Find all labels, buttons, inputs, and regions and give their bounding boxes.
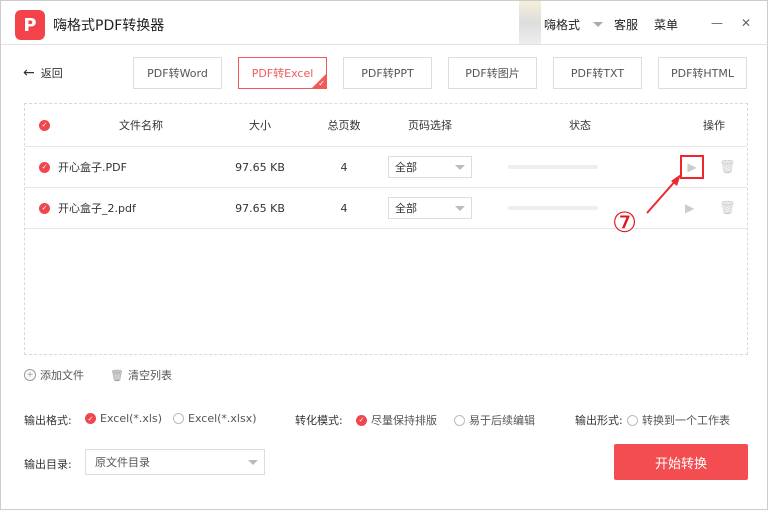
page-range-select[interactable]: 全部 xyxy=(388,156,472,178)
add-file-button[interactable]: + 添加文件 xyxy=(24,367,84,383)
app-logo: P xyxy=(15,10,45,40)
tab-html[interactable]: PDF转HTML xyxy=(658,57,747,89)
step-annotation: ⑦ xyxy=(612,206,638,239)
service-link[interactable]: 客服 xyxy=(614,16,638,33)
check-icon: ✓ xyxy=(318,79,325,88)
radio-xlsx[interactable]: Excel(*.xlsx) xyxy=(173,412,257,425)
file-size: 97.65 KB xyxy=(235,160,285,174)
trash-icon[interactable]: 🗑 xyxy=(719,188,736,228)
menu-link[interactable]: 菜单 xyxy=(654,16,678,33)
header-action: 操作 xyxy=(703,119,725,132)
file-name: 开心盒子.PDF xyxy=(58,161,127,174)
user-menu[interactable]: 嗨格式 xyxy=(544,16,580,33)
tab-word[interactable]: PDF转Word xyxy=(133,57,222,89)
output-dir-select[interactable]: 原文件目录 xyxy=(85,449,265,475)
page-range-select[interactable]: 全部 xyxy=(388,197,472,219)
minimize-button[interactable]: — xyxy=(711,16,723,30)
trash-icon: 🗑 xyxy=(110,368,124,382)
tab-excel[interactable]: PDF转Excel ✓ xyxy=(238,57,327,89)
start-convert-button[interactable]: 开始转换 xyxy=(614,444,748,480)
radio-xls[interactable]: ✓ Excel(*.xls) xyxy=(85,412,162,425)
tab-txt[interactable]: PDF转TXT xyxy=(553,57,642,89)
header-name: 文件名称 xyxy=(119,119,163,132)
radio-keep-layout[interactable]: ✓ 尽量保持排版 xyxy=(356,412,437,428)
file-name: 开心盒子_2.pdf xyxy=(58,202,136,215)
arrow-left-icon: ← xyxy=(23,65,35,81)
tab-ppt[interactable]: PDF转PPT xyxy=(343,57,432,89)
chevron-down-icon[interactable] xyxy=(593,22,603,27)
mode-label: 转化模式: xyxy=(295,414,343,427)
format-label: 输出格式: xyxy=(24,414,72,427)
tab-image[interactable]: PDF转图片 xyxy=(448,57,537,89)
plus-icon: + xyxy=(24,369,36,381)
radio-one-sheet[interactable]: 转换到一个工作表 xyxy=(627,412,730,428)
divider xyxy=(1,44,768,45)
table-header: ✓ 文件名称 大小 总页数 页码选择 状态 操作 xyxy=(25,104,747,147)
progress-bar xyxy=(508,206,598,210)
back-label: 返回 xyxy=(40,67,63,80)
header-size: 大小 xyxy=(249,119,271,132)
file-size: 97.65 KB xyxy=(235,201,285,215)
form-label: 输出形式: xyxy=(575,414,623,427)
trash-icon[interactable]: 🗑 xyxy=(719,147,736,187)
user-avatar[interactable] xyxy=(519,1,541,45)
close-button[interactable]: ✕ xyxy=(741,16,751,30)
radio-easy-edit[interactable]: 易于后续编辑 xyxy=(454,412,535,428)
clear-list-button[interactable]: 🗑 清空列表 xyxy=(110,367,172,383)
header-range: 页码选择 xyxy=(408,119,452,132)
progress-bar xyxy=(508,165,598,169)
select-all-checkbox[interactable]: ✓ xyxy=(39,119,50,131)
row-checkbox[interactable]: ✓ xyxy=(39,161,50,173)
back-button[interactable]: ← 返回 xyxy=(23,65,63,81)
header-pages: 总页数 xyxy=(327,119,361,132)
file-pages: 4 xyxy=(340,201,348,215)
dir-label: 输出目录: xyxy=(24,458,72,471)
file-pages: 4 xyxy=(340,160,348,174)
app-title: 嗨格式PDF转换器 xyxy=(53,18,165,34)
row-checkbox[interactable]: ✓ xyxy=(39,202,50,214)
header-status: 状态 xyxy=(569,119,591,132)
